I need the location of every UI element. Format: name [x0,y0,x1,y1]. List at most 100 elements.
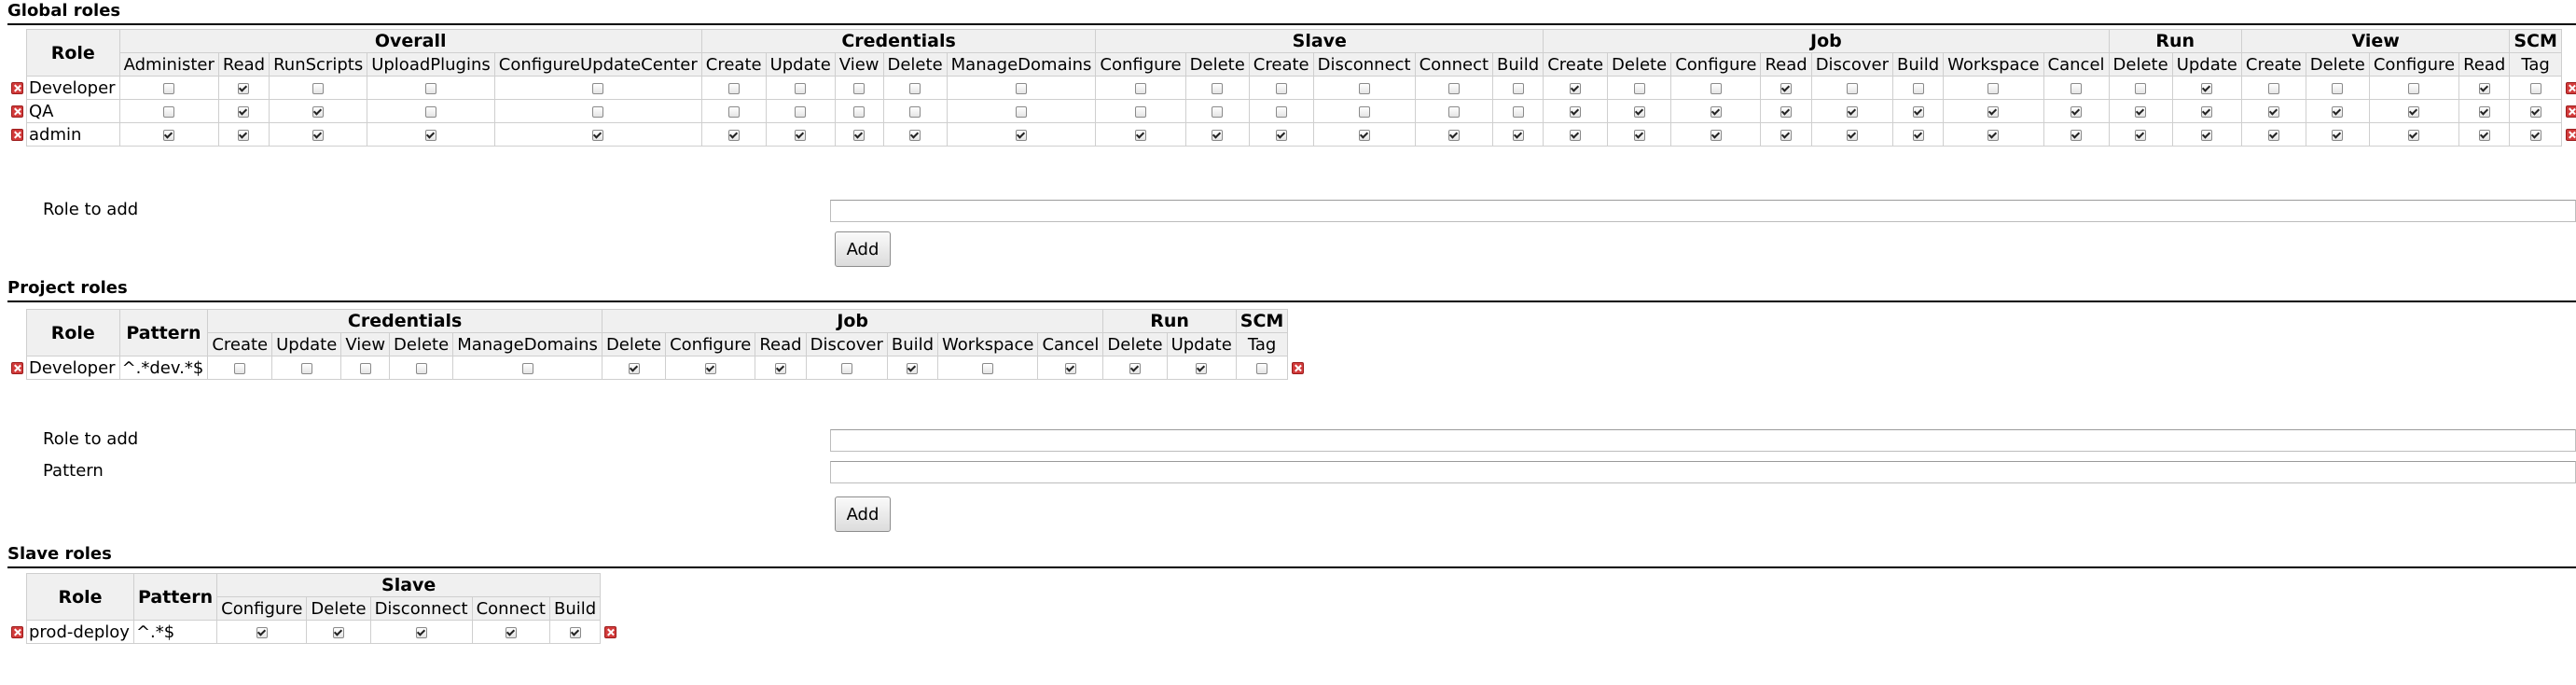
permission-checkbox[interactable] [592,105,604,118]
global-delete-role-icon[interactable] [11,105,23,118]
permission-checkbox[interactable] [2332,82,2344,94]
permission-checkbox[interactable] [853,129,866,141]
permission-checkbox[interactable] [1016,105,1028,118]
permission-checkbox[interactable] [2070,105,2083,118]
permission-checkbox[interactable] [1256,362,1268,374]
permission-checkbox[interactable] [359,362,371,374]
permission-checkbox[interactable] [628,362,640,374]
permission-checkbox[interactable] [415,626,427,638]
permission-checkbox[interactable] [234,362,246,374]
permission-checkbox[interactable] [1512,82,1524,94]
project-role-to-add-input[interactable] [830,429,2576,452]
permission-checkbox[interactable] [332,626,344,638]
permission-checkbox[interactable] [1633,82,1645,94]
permission-checkbox[interactable] [2070,129,2083,141]
permission-checkbox[interactable] [2267,105,2279,118]
permission-checkbox[interactable] [1912,105,1924,118]
permission-checkbox[interactable] [795,82,807,94]
permission-checkbox[interactable] [592,129,604,141]
slave-delete-role-icon[interactable] [11,626,23,638]
global-delete-role-icon[interactable] [11,129,23,141]
permission-checkbox[interactable] [1358,129,1370,141]
permission-checkbox[interactable] [2201,129,2213,141]
permission-checkbox[interactable] [1987,129,2000,141]
permission-checkbox[interactable] [853,82,866,94]
permission-checkbox[interactable] [1710,129,1722,141]
slave-delete-role-icon[interactable] [604,626,616,638]
permission-checkbox[interactable] [907,362,919,374]
global-delete-role-icon[interactable] [2566,129,2576,141]
permission-checkbox[interactable] [312,82,325,94]
permission-checkbox[interactable] [1780,105,1793,118]
permission-checkbox[interactable] [909,82,921,94]
permission-checkbox[interactable] [2070,82,2083,94]
permission-checkbox[interactable] [312,129,325,141]
permission-checkbox[interactable] [2332,105,2344,118]
permission-checkbox[interactable] [2478,105,2490,118]
permission-checkbox[interactable] [1912,82,1924,94]
permission-checkbox[interactable] [1512,105,1524,118]
permission-checkbox[interactable] [1710,82,1722,94]
permission-checkbox[interactable] [415,362,427,374]
permission-checkbox[interactable] [1358,82,1370,94]
permission-checkbox[interactable] [2135,129,2147,141]
permission-checkbox[interactable] [1212,105,1224,118]
permission-checkbox[interactable] [1016,82,1028,94]
project-delete-role-icon[interactable] [1292,362,1304,374]
permission-checkbox[interactable] [840,362,852,374]
permission-checkbox[interactable] [1275,82,1287,94]
permission-checkbox[interactable] [2135,105,2147,118]
permission-checkbox[interactable] [2529,129,2541,141]
permission-checkbox[interactable] [2408,129,2420,141]
permission-checkbox[interactable] [1358,105,1370,118]
permission-checkbox[interactable] [521,362,533,374]
permission-checkbox[interactable] [163,105,175,118]
permission-checkbox[interactable] [1987,82,2000,94]
permission-checkbox[interactable] [909,105,921,118]
permission-checkbox[interactable] [795,129,807,141]
permission-checkbox[interactable] [2478,82,2490,94]
permission-checkbox[interactable] [853,105,866,118]
permission-checkbox[interactable] [1016,129,1028,141]
permission-checkbox[interactable] [1780,129,1793,141]
permission-checkbox[interactable] [1512,129,1524,141]
permission-checkbox[interactable] [704,362,716,374]
permission-checkbox[interactable] [238,82,250,94]
permission-checkbox[interactable] [1447,82,1460,94]
permission-checkbox[interactable] [1570,129,1582,141]
global-delete-role-icon[interactable] [2566,105,2576,118]
permission-checkbox[interactable] [1135,82,1147,94]
permission-checkbox[interactable] [1196,362,1208,374]
permission-checkbox[interactable] [1780,82,1793,94]
project-pattern-input[interactable] [830,461,2576,483]
permission-checkbox[interactable] [1570,82,1582,94]
permission-checkbox[interactable] [424,105,436,118]
permission-checkbox[interactable] [1275,105,1287,118]
permission-checkbox[interactable] [300,362,312,374]
permission-checkbox[interactable] [2408,82,2420,94]
permission-checkbox[interactable] [2201,105,2213,118]
permission-checkbox[interactable] [1710,105,1722,118]
permission-checkbox[interactable] [727,82,740,94]
permission-checkbox[interactable] [909,129,921,141]
permission-checkbox[interactable] [774,362,786,374]
permission-checkbox[interactable] [1064,362,1076,374]
permission-checkbox[interactable] [1912,129,1924,141]
project-delete-role-icon[interactable] [11,362,23,374]
permission-checkbox[interactable] [1129,362,1141,374]
permission-checkbox[interactable] [2529,82,2541,94]
permission-checkbox[interactable] [727,129,740,141]
permission-checkbox[interactable] [2478,129,2490,141]
permission-checkbox[interactable] [256,626,268,638]
global-add-button[interactable]: Add [835,231,891,267]
permission-checkbox[interactable] [2267,129,2279,141]
permission-checkbox[interactable] [238,105,250,118]
permission-checkbox[interactable] [1212,82,1224,94]
permission-checkbox[interactable] [1447,129,1460,141]
permission-checkbox[interactable] [312,105,325,118]
permission-checkbox[interactable] [1846,82,1858,94]
permission-checkbox[interactable] [2529,105,2541,118]
permission-checkbox[interactable] [1212,129,1224,141]
permission-checkbox[interactable] [163,82,175,94]
permission-checkbox[interactable] [2408,105,2420,118]
